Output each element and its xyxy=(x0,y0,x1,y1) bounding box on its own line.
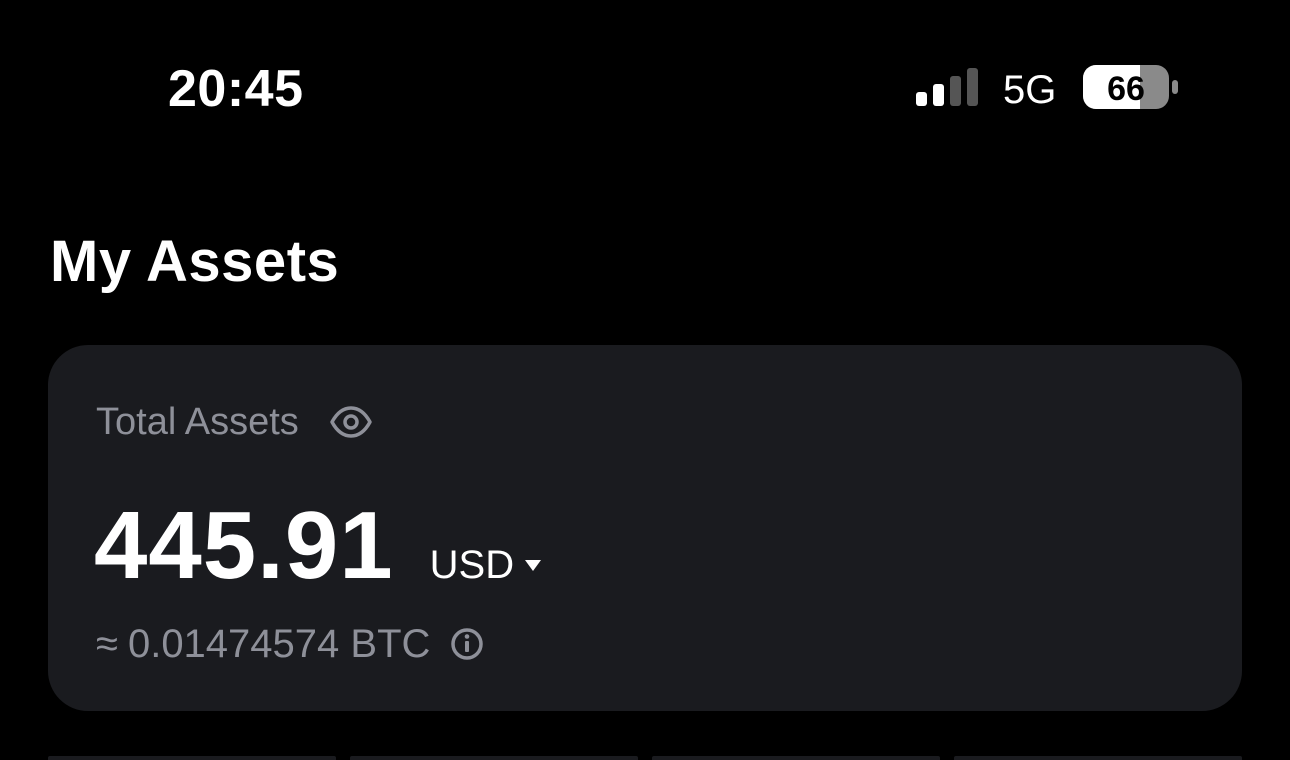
approx-symbol: ≈ xyxy=(96,622,118,666)
total-amount: 445.91 xyxy=(94,492,394,599)
assets-screen: 20:45 5G 66 My Assets Total Assets 445.9… xyxy=(0,0,1290,760)
peek-segment xyxy=(954,756,1242,760)
peek-segment xyxy=(652,756,940,760)
currency-label: USD xyxy=(429,543,515,587)
peek-segment xyxy=(350,756,638,760)
info-icon[interactable] xyxy=(450,627,484,661)
cellular-signal-icon xyxy=(916,68,978,106)
total-assets-header: Total Assets xyxy=(96,397,373,447)
status-time: 20:45 xyxy=(168,60,304,118)
total-amount-row: 445.91 USD xyxy=(94,491,542,601)
battery-icon: 66 xyxy=(1083,65,1178,109)
next-section-peek xyxy=(48,756,1242,760)
battery-level: 66 xyxy=(1107,70,1145,108)
total-assets-card: Total Assets 445.91 USD ≈ 0.01474574 BTC xyxy=(48,345,1242,711)
currency-selector[interactable]: USD xyxy=(430,541,542,589)
page-title: My Assets xyxy=(50,229,340,294)
btc-equivalent-value: 0.01474574 BTC xyxy=(127,622,431,666)
total-assets-label: Total Assets xyxy=(96,401,299,443)
eye-icon[interactable] xyxy=(329,406,373,438)
network-type: 5G xyxy=(1003,68,1057,112)
btc-equivalent-row: ≈ 0.01474574 BTC xyxy=(96,619,484,669)
peek-segment xyxy=(48,756,336,760)
caret-down-icon xyxy=(525,560,542,571)
